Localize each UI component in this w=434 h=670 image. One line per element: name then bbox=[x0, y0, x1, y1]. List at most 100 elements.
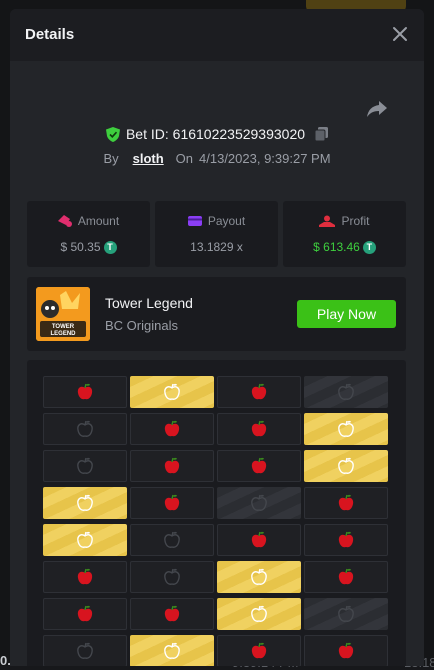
apple-faded-icon bbox=[77, 420, 93, 437]
bet-stats: Amount $ 50.35 T Payout 13.1829 x Profit… bbox=[27, 201, 406, 267]
apple-icon bbox=[77, 568, 93, 585]
tower-cell bbox=[217, 450, 301, 482]
apple-outline-icon bbox=[251, 568, 267, 585]
payout-label: Payout bbox=[207, 214, 246, 228]
profit-value: $ 613.46 bbox=[313, 240, 360, 254]
tower-cell bbox=[217, 524, 301, 556]
profit-label: Profit bbox=[341, 214, 370, 228]
apple-icon bbox=[251, 457, 267, 474]
apple-icon bbox=[164, 605, 180, 622]
apple-faded-icon bbox=[251, 494, 267, 511]
copy-icon[interactable] bbox=[315, 127, 329, 141]
tower-cell bbox=[130, 561, 214, 593]
svg-text:TOWER: TOWER bbox=[52, 324, 75, 330]
bet-id: Bet ID: 61610223529393020 bbox=[125, 126, 306, 142]
tower-cell bbox=[304, 450, 388, 482]
amount-stat: Amount $ 50.35 T bbox=[27, 201, 150, 267]
tower-cell bbox=[43, 635, 127, 666]
close-icon bbox=[393, 27, 407, 41]
usdt-coin-icon: T bbox=[103, 240, 117, 254]
payout-icon bbox=[187, 216, 202, 226]
apple-faded-icon bbox=[77, 642, 93, 659]
tower-cell bbox=[217, 487, 301, 519]
apple-icon bbox=[338, 531, 354, 548]
tower-grid bbox=[43, 376, 388, 666]
apple-outline-icon bbox=[338, 457, 354, 474]
tower-cell bbox=[43, 413, 127, 445]
payout-stat: Payout 13.1829 x bbox=[155, 201, 278, 267]
tower-cell bbox=[304, 635, 388, 666]
apple-outline-icon bbox=[338, 420, 354, 437]
game-name[interactable]: Tower Legend bbox=[105, 295, 193, 311]
tower-cell bbox=[43, 524, 127, 556]
tower-cell bbox=[304, 487, 388, 519]
tower-cell bbox=[304, 561, 388, 593]
apple-icon bbox=[77, 383, 93, 400]
apple-outline-icon bbox=[164, 383, 180, 400]
by-label: By bbox=[103, 151, 119, 166]
apple-icon bbox=[164, 420, 180, 437]
game-card: TOWER LEGEND Tower Legend BC Originals P… bbox=[27, 277, 406, 351]
on-label: On bbox=[175, 151, 194, 166]
tower-cell bbox=[43, 598, 127, 630]
bet-datetime: 4/13/2023, 9:39:27 PM bbox=[199, 151, 331, 166]
apple-faded-icon bbox=[164, 568, 180, 585]
profit-stat: Profit $ 613.46 T bbox=[283, 201, 406, 267]
bet-id-row: Bet ID: 61610223529393020 bbox=[10, 126, 424, 142]
profit-icon bbox=[319, 215, 336, 227]
modal-title: Details bbox=[25, 26, 75, 43]
apple-faded-icon bbox=[164, 531, 180, 548]
apple-faded-icon bbox=[77, 457, 93, 474]
tower-cell bbox=[217, 561, 301, 593]
apple-outline-icon bbox=[164, 642, 180, 659]
tower-cell bbox=[130, 524, 214, 556]
apple-icon bbox=[164, 494, 180, 511]
apple-icon bbox=[338, 494, 354, 511]
apple-icon bbox=[251, 531, 267, 548]
apple-outline-icon bbox=[77, 494, 93, 511]
payout-value: 13.1829 x bbox=[190, 240, 243, 254]
game-thumbnail[interactable]: TOWER LEGEND bbox=[36, 287, 90, 341]
apple-icon bbox=[338, 642, 354, 659]
apple-outline-icon bbox=[251, 605, 267, 622]
tower-cell bbox=[217, 376, 301, 408]
apple-faded-icon bbox=[338, 383, 354, 400]
tower-cell bbox=[130, 450, 214, 482]
apple-faded-icon bbox=[338, 605, 354, 622]
modal-header: Details bbox=[10, 9, 424, 61]
apple-outline-icon bbox=[77, 531, 93, 548]
tower-cell bbox=[304, 598, 388, 630]
close-button[interactable] bbox=[390, 24, 410, 44]
tower-cell bbox=[130, 413, 214, 445]
game-provider: BC Originals bbox=[105, 318, 178, 333]
apple-icon bbox=[338, 568, 354, 585]
play-now-button[interactable]: Play Now bbox=[297, 300, 396, 328]
tower-cell bbox=[304, 413, 388, 445]
share-button[interactable] bbox=[366, 99, 388, 119]
usdt-coin-icon: T bbox=[362, 240, 376, 254]
tower-board bbox=[27, 360, 406, 666]
tower-cell bbox=[217, 635, 301, 666]
apple-icon bbox=[251, 642, 267, 659]
tower-cell bbox=[304, 524, 388, 556]
tower-cell bbox=[217, 598, 301, 630]
user-link[interactable]: sloth bbox=[133, 151, 164, 166]
tower-cell bbox=[43, 487, 127, 519]
amount-label: Amount bbox=[77, 214, 120, 228]
tower-legend-logo-icon: TOWER LEGEND bbox=[36, 287, 90, 341]
apple-icon bbox=[251, 383, 267, 400]
amount-icon bbox=[57, 215, 72, 227]
tower-cell bbox=[130, 487, 214, 519]
tower-cell bbox=[130, 598, 214, 630]
apple-icon bbox=[251, 420, 267, 437]
tower-cell bbox=[130, 376, 214, 408]
apple-icon bbox=[164, 457, 180, 474]
tower-cell bbox=[43, 376, 127, 408]
apple-icon bbox=[77, 605, 93, 622]
verified-shield-icon bbox=[105, 126, 120, 142]
svg-text:LEGEND: LEGEND bbox=[50, 331, 76, 337]
tower-cell bbox=[43, 561, 127, 593]
share-icon bbox=[367, 101, 387, 117]
amount-value: $ 50.35 bbox=[60, 240, 101, 254]
details-modal: Details Bet ID: 61610223529393020 By slo… bbox=[10, 9, 424, 666]
